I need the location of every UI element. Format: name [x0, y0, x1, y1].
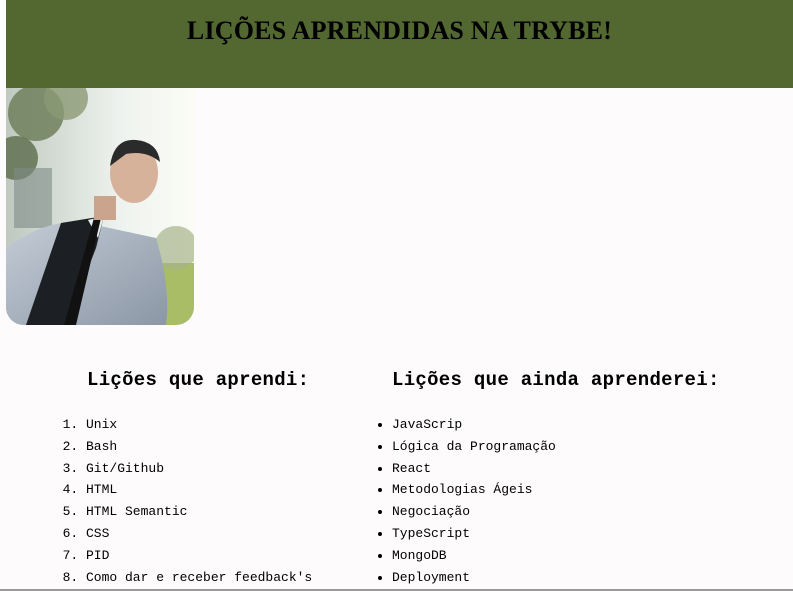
list-item: CSS [86, 523, 312, 545]
list-item: Git/Github [86, 458, 312, 480]
list-item: PID [86, 545, 312, 567]
list-item: JavaScrip [392, 414, 556, 436]
list-item: Bash [86, 436, 312, 458]
list-item: Metodologias Ágeis [392, 479, 556, 501]
page-header: LIÇÕES APRENDIDAS NA TRYBE! [6, 0, 793, 88]
list-item: React [392, 458, 556, 480]
list-item: MongoDB [392, 545, 556, 567]
list-item: HTML [86, 479, 312, 501]
list-item: HTML Semantic [86, 501, 312, 523]
page-title: LIÇÕES APRENDIDAS NA TRYBE! [186, 16, 613, 45]
list-item: Unix [86, 414, 312, 436]
profile-photo-illustration [6, 88, 194, 325]
list-item: Como dar e receber feedback's [86, 567, 312, 589]
list-item: Lógica da Programação [392, 436, 556, 458]
learned-list: Unix Bash Git/Github HTML HTML Semantic … [62, 414, 312, 588]
list-item: Negociação [392, 501, 556, 523]
to-learn-title: Lições que ainda aprenderei: [392, 369, 720, 391]
list-item: Deployment [392, 567, 556, 589]
learned-title: Lições que aprendi: [87, 369, 310, 391]
to-learn-list: JavaScrip Lógica da Programação React Me… [375, 414, 556, 588]
list-item: TypeScript [392, 523, 556, 545]
profile-photo [6, 88, 194, 325]
